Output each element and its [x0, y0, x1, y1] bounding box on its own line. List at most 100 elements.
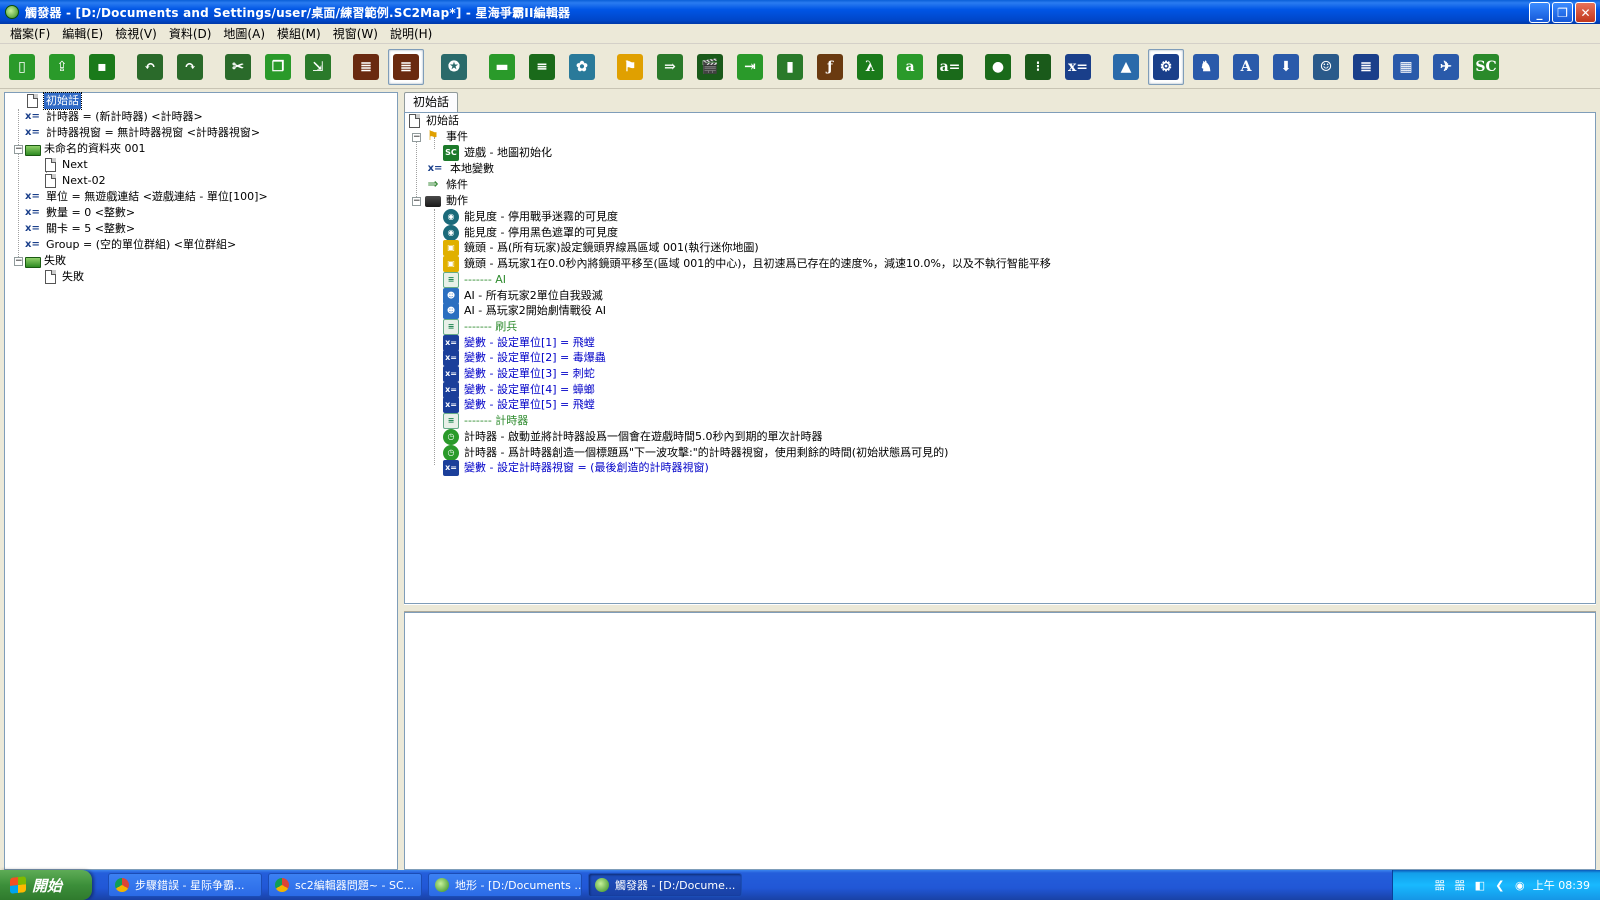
- cutscene-button[interactable]: ▦: [1388, 49, 1424, 85]
- horizontal-splitter[interactable]: [404, 604, 1596, 612]
- action-row[interactable]: ☻ AI - 爲玩家2開始劇情戰役 AI: [443, 303, 606, 320]
- clock[interactable]: 上午 08:39: [1533, 877, 1590, 893]
- new-folder-button[interactable]: ▬: [484, 49, 520, 85]
- new-element-button[interactable]: ≡: [524, 49, 560, 85]
- tree-item-var[interactable]: x= 計時器 = (新計時器) <計時器>: [25, 109, 203, 125]
- trigger-node[interactable]: 初始話: [407, 113, 459, 129]
- comment-row[interactable]: ≡ ------- 計時器: [443, 413, 528, 430]
- tree-item-root[interactable]: 初始話: [25, 92, 82, 110]
- save-button[interactable]: ▪: [84, 49, 120, 85]
- tree-item-var[interactable]: x= 計時器視窗 = 無計時器視窗 <計時器視窗>: [25, 125, 260, 141]
- ime-icon-2[interactable]: 噐: [1453, 878, 1467, 892]
- menu-item-0[interactable]: 檔案(F): [4, 24, 56, 44]
- action-row[interactable]: x= 變數 - 設定單位[3] = 刺蛇: [443, 366, 595, 382]
- close-button[interactable]: ✕: [1575, 2, 1596, 23]
- new-condition-button[interactable]: ⇒: [652, 49, 688, 85]
- plane-button[interactable]: ✈: [1428, 49, 1464, 85]
- action-row[interactable]: ◉ 能見度 - 停用戰爭迷霧的可見度: [443, 209, 618, 225]
- taskbar-button[interactable]: 觸發器 - [D:/Docume...: [588, 873, 742, 897]
- tree-item-var[interactable]: x= 單位 = 無遊戲連結 <遊戲連結 - 單位[100]>: [25, 189, 268, 205]
- start-button[interactable]: 開始: [0, 870, 92, 900]
- conditions-node[interactable]: ⇒ 條件: [425, 177, 468, 193]
- cut-button[interactable]: ✂: [220, 49, 256, 85]
- tree-item-page[interactable]: Next: [43, 157, 88, 173]
- network-icon[interactable]: ❮: [1493, 878, 1507, 892]
- new-a-button[interactable]: a: [892, 49, 928, 85]
- chrome-tray-icon[interactable]: ◉: [1513, 878, 1527, 892]
- ai-button[interactable]: ☺: [1308, 49, 1344, 85]
- tree-item-folder[interactable]: 未命名的資料夾 001: [25, 141, 146, 157]
- menu-item-5[interactable]: 模組(M): [271, 24, 327, 44]
- new-action-def-button[interactable]: ⇥: [732, 49, 768, 85]
- trigger-content-panel[interactable]: 初始話 − ⚑ 事件 SC 遊戲 - 地圖初始化 x= 本地變數 ⇒ 條件 − …: [404, 112, 1596, 604]
- collapse-folder-button[interactable]: −: [14, 145, 23, 154]
- ime-icon[interactable]: 噐: [1433, 878, 1447, 892]
- units-button[interactable]: ♞: [1188, 49, 1224, 85]
- event-row[interactable]: SC 遊戲 - 地圖初始化: [443, 145, 552, 161]
- import-button[interactable]: ⬇: [1268, 49, 1304, 85]
- paste-button[interactable]: ⇲: [300, 49, 336, 85]
- action-row[interactable]: ▣ 鏡頭 - 爲玩家1在0.0秒內將鏡頭平移至(區域 001的中心)，且初速爲已存…: [443, 256, 1051, 273]
- menu-item-7[interactable]: 說明(H): [384, 24, 438, 44]
- action-row[interactable]: x= 變數 - 設定單位[1] = 飛螳: [443, 334, 595, 351]
- minimize-button[interactable]: _: [1529, 2, 1550, 23]
- copy-button[interactable]: ❐: [260, 49, 296, 85]
- monitor-icon[interactable]: ◧: [1473, 878, 1487, 892]
- local-vars-node[interactable]: x= 本地變數: [425, 161, 494, 177]
- action-row[interactable]: ◉ 能見度 - 停用黑色遮罩的可見度: [443, 224, 618, 241]
- new-script-button[interactable]: ▮: [772, 49, 808, 85]
- detail-panel[interactable]: [404, 612, 1596, 870]
- trigger-list-button[interactable]: ≣: [348, 49, 384, 85]
- new-function-button[interactable]: ƒ: [812, 49, 848, 85]
- undo-button[interactable]: ↶: [132, 49, 168, 85]
- action-row[interactable]: x= 變數 - 設定計時器視窗 = (最後創造的計時器視窗): [443, 460, 709, 477]
- new-gear-button[interactable]: ✿: [564, 49, 600, 85]
- new-preset-button[interactable]: a=: [932, 49, 968, 85]
- menu-item-3[interactable]: 資料(D): [163, 24, 218, 44]
- action-row[interactable]: ◷ 計時器 - 爲計時器創造一個標題爲"下一波攻擊:"的計時器視窗，使用剩餘的時間…: [443, 444, 948, 461]
- terrain-button[interactable]: ▲: [1108, 49, 1144, 85]
- sc-button[interactable]: SC: [1468, 49, 1504, 85]
- events-node[interactable]: ⚑ 事件: [425, 129, 468, 145]
- taskbar-button[interactable]: 地形 - [D:/Documents ...: [428, 873, 582, 897]
- trigger-editor-button[interactable]: ≣: [388, 48, 424, 85]
- action-row[interactable]: x= 變數 - 設定單位[5] = 飛螳: [443, 397, 595, 414]
- action-row[interactable]: x= 變數 - 設定單位[4] = 蟑螂: [443, 381, 595, 398]
- tree-item-var[interactable]: x= 數量 = 0 <整數>: [25, 205, 135, 221]
- new-lambda-button[interactable]: λ: [852, 49, 888, 85]
- tree-item-folder[interactable]: 失敗: [25, 253, 66, 269]
- collapse-actions-button[interactable]: −: [412, 197, 421, 206]
- action-row[interactable]: x= 變數 - 設定單位[2] = 毒爆蟲: [443, 350, 606, 367]
- restore-button[interactable]: ❐: [1552, 2, 1573, 23]
- action-row[interactable]: ◷ 計時器 - 啟動並將計時器設爲一個會在遊戲時間5.0秒內到期的單次計時器: [443, 428, 822, 445]
- action-row[interactable]: ▣ 鏡頭 - 爲(所有玩家)設定鏡頭界線爲區域 001(執行迷你地圖): [443, 240, 759, 257]
- redo-button[interactable]: ↷: [172, 49, 208, 85]
- taskbar-button[interactable]: sc2編輯器問題~ - SC...: [268, 873, 422, 897]
- trigger-module-button[interactable]: ⚙: [1148, 48, 1184, 85]
- menu-item-2[interactable]: 檢視(V): [109, 24, 163, 44]
- collapse-events-button[interactable]: −: [412, 133, 421, 142]
- tree-item-var[interactable]: x= Group = (空的單位群組) <單位群組>: [25, 237, 236, 253]
- action-row[interactable]: ☻ AI - 所有玩家2單位自我毀滅: [443, 287, 603, 304]
- taskbar-button[interactable]: 步驟錯誤 - 星际争霸...: [108, 873, 262, 897]
- tree-item-var[interactable]: x= 關卡 = 5 <整數>: [25, 221, 135, 237]
- menu-item-1[interactable]: 編輯(E): [56, 24, 109, 44]
- open-button[interactable]: ⇪: [44, 49, 80, 85]
- collapse-folder-button[interactable]: −: [14, 257, 23, 266]
- text-button[interactable]: A: [1228, 49, 1264, 85]
- new-event-button[interactable]: ⚑: [612, 49, 648, 85]
- tree-item-page[interactable]: 失敗: [43, 269, 84, 285]
- comment-row[interactable]: ≡ ------- 刷兵: [443, 318, 517, 335]
- new-button[interactable]: ▯: [4, 49, 40, 85]
- tree-item-page[interactable]: Next-02: [43, 173, 106, 189]
- new-record-button[interactable]: ●: [980, 49, 1016, 85]
- new-list-button[interactable]: ⁝: [1020, 49, 1056, 85]
- tab-trigger[interactable]: 初始話: [404, 92, 459, 112]
- trigger-tree-panel[interactable]: 初始話 x= 計時器 = (新計時器) <計時器> x= 計時器視窗 = 無計時器視窗…: [4, 92, 398, 870]
- new-variable-button[interactable]: x=: [1060, 49, 1096, 85]
- comment-row[interactable]: ≡ ------- AI: [443, 271, 506, 288]
- menu-item-4[interactable]: 地圖(A): [217, 24, 271, 44]
- actions-node[interactable]: 動作: [425, 193, 468, 209]
- menu-item-6[interactable]: 視窗(W): [327, 24, 384, 44]
- data-button[interactable]: ≣: [1348, 49, 1384, 85]
